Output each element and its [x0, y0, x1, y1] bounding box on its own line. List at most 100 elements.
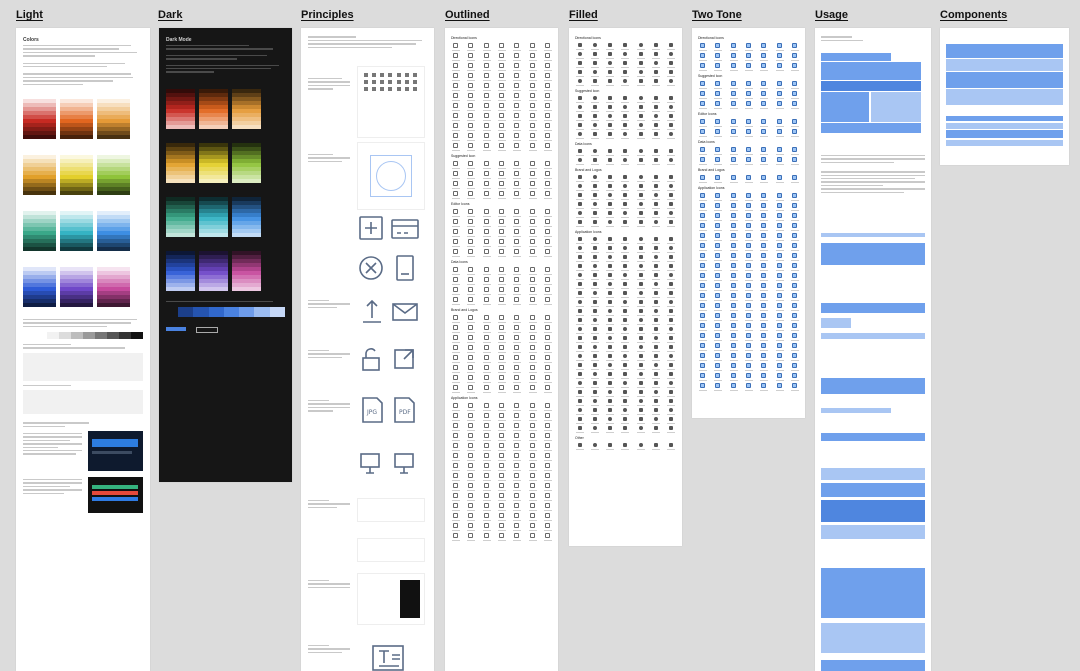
icon-glyph[interactable] — [744, 43, 753, 51]
icon-glyph[interactable] — [467, 443, 476, 451]
icon-glyph[interactable] — [513, 433, 522, 441]
icon-glyph[interactable] — [606, 158, 615, 165]
icon-glyph[interactable] — [744, 91, 753, 99]
icon-glyph[interactable] — [467, 191, 476, 199]
icon-glyph[interactable] — [744, 157, 753, 165]
icon-glyph[interactable] — [760, 157, 769, 165]
icon-glyph[interactable] — [497, 73, 506, 81]
icon-glyph[interactable] — [467, 355, 476, 363]
icon-glyph[interactable] — [575, 211, 584, 218]
icon-glyph[interactable] — [667, 363, 676, 370]
icon-glyph[interactable] — [775, 353, 784, 361]
icon-glyph[interactable] — [575, 300, 584, 307]
icon-glyph[interactable] — [775, 233, 784, 241]
icon-glyph[interactable] — [729, 303, 738, 311]
icon-glyph[interactable] — [729, 43, 738, 51]
icon-glyph[interactable] — [760, 383, 769, 391]
icon-glyph[interactable] — [467, 113, 476, 121]
icon-glyph[interactable] — [590, 184, 599, 191]
icon-glyph[interactable] — [699, 363, 708, 371]
column-title-dark[interactable]: Dark — [158, 9, 182, 21]
icon-glyph[interactable] — [482, 219, 491, 227]
icon-glyph[interactable] — [652, 354, 661, 361]
icon-glyph[interactable] — [543, 143, 552, 151]
icon-glyph[interactable] — [760, 129, 769, 137]
icon-glyph[interactable] — [636, 282, 645, 289]
icon-glyph[interactable] — [513, 325, 522, 333]
icon-glyph[interactable] — [590, 273, 599, 280]
icon-glyph[interactable] — [667, 211, 676, 218]
icon-glyph[interactable] — [714, 213, 723, 221]
icon-glyph[interactable] — [714, 129, 723, 137]
icon-glyph[interactable] — [513, 181, 522, 189]
icon-glyph[interactable] — [513, 219, 522, 227]
icon-glyph[interactable] — [636, 132, 645, 139]
icon-glyph[interactable] — [636, 70, 645, 77]
icon-glyph[interactable] — [652, 273, 661, 280]
icon-glyph[interactable] — [543, 297, 552, 305]
icon-glyph[interactable] — [467, 297, 476, 305]
icon-glyph[interactable] — [575, 363, 584, 370]
icon-glyph[interactable] — [606, 282, 615, 289]
icon-glyph[interactable] — [575, 273, 584, 280]
icon-glyph[interactable] — [729, 243, 738, 251]
icon-glyph[interactable] — [482, 453, 491, 461]
icon-glyph[interactable] — [513, 335, 522, 343]
icon-glyph[interactable] — [528, 287, 537, 295]
icon-glyph[interactable] — [452, 513, 461, 521]
icon-glyph[interactable] — [714, 223, 723, 231]
icon-glyph[interactable] — [467, 161, 476, 169]
icon-glyph[interactable] — [575, 264, 584, 271]
icon-glyph[interactable] — [667, 114, 676, 121]
icon-glyph[interactable] — [621, 399, 630, 406]
icon-glyph[interactable] — [497, 423, 506, 431]
icon-glyph[interactable] — [699, 129, 708, 137]
icon-glyph[interactable] — [513, 365, 522, 373]
icon-glyph[interactable] — [528, 219, 537, 227]
icon-glyph[interactable] — [543, 83, 552, 91]
icon-glyph[interactable] — [744, 373, 753, 381]
icon-glyph[interactable] — [467, 53, 476, 61]
icon-glyph[interactable] — [636, 345, 645, 352]
icon-glyph[interactable] — [497, 63, 506, 71]
icon-glyph[interactable] — [513, 473, 522, 481]
icon-glyph[interactable] — [744, 243, 753, 251]
icon-glyph[interactable] — [497, 385, 506, 393]
icon-glyph[interactable] — [667, 264, 676, 271]
icon-glyph[interactable] — [575, 309, 584, 316]
icon-glyph[interactable] — [621, 345, 630, 352]
icon-glyph[interactable] — [590, 264, 599, 271]
icon-glyph[interactable] — [652, 426, 661, 433]
icon-glyph[interactable] — [513, 93, 522, 101]
icon-glyph[interactable] — [497, 463, 506, 471]
column-title-components[interactable]: Components — [940, 9, 1007, 21]
icon-glyph[interactable] — [714, 303, 723, 311]
icon-glyph[interactable] — [667, 291, 676, 298]
icon-glyph[interactable] — [590, 114, 599, 121]
icon-glyph[interactable] — [452, 355, 461, 363]
icon-glyph[interactable] — [543, 315, 552, 323]
icon-glyph[interactable] — [543, 239, 552, 247]
icon-glyph[interactable] — [528, 239, 537, 247]
icon-glyph[interactable] — [482, 443, 491, 451]
icon-glyph[interactable] — [528, 73, 537, 81]
icon-glyph[interactable] — [790, 233, 799, 241]
icon-glyph[interactable] — [575, 246, 584, 253]
icon-glyph[interactable] — [543, 345, 552, 353]
icon-glyph[interactable] — [543, 325, 552, 333]
icon-glyph[interactable] — [667, 105, 676, 112]
icon-glyph[interactable] — [482, 523, 491, 531]
icon-glyph[interactable] — [590, 202, 599, 209]
icon-glyph[interactable] — [590, 123, 599, 130]
icon-glyph[interactable] — [606, 390, 615, 397]
icon-glyph[interactable] — [590, 291, 599, 298]
icon-glyph[interactable] — [775, 333, 784, 341]
icon-glyph[interactable] — [482, 423, 491, 431]
icon-glyph[interactable] — [667, 417, 676, 424]
icon-glyph[interactable] — [528, 473, 537, 481]
icon-glyph[interactable] — [667, 202, 676, 209]
icon-glyph[interactable] — [590, 175, 599, 182]
icon-glyph[interactable] — [636, 246, 645, 253]
icon-glyph[interactable] — [452, 171, 461, 179]
icon-glyph[interactable] — [729, 373, 738, 381]
